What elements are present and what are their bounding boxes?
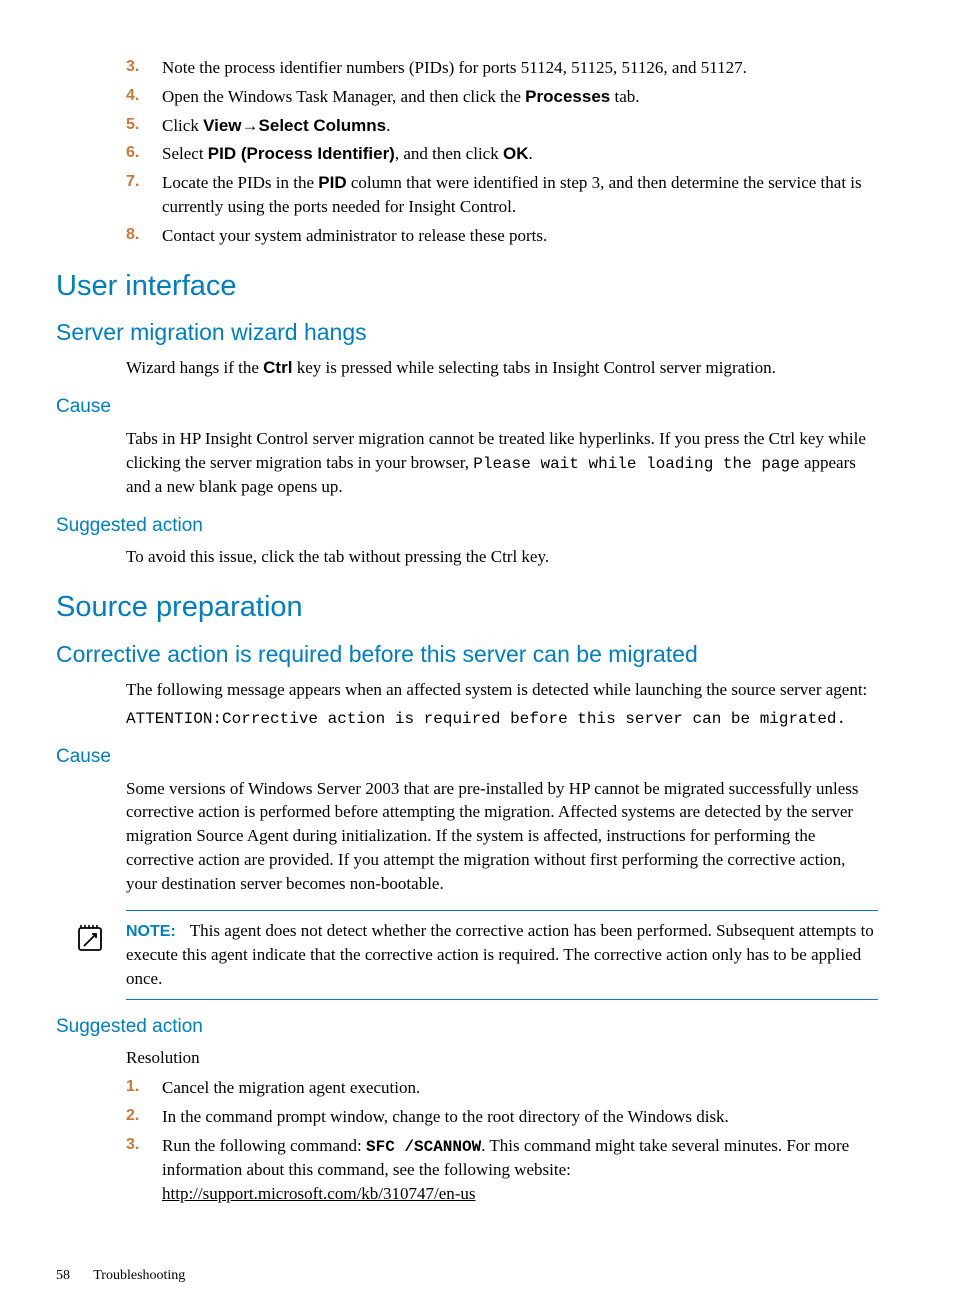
bottom-steps-list: 1. Cancel the migration agent execution.… [126,1076,878,1206]
heading-corrective-action: Corrective action is required before thi… [56,638,898,670]
step-item: 7. Locate the PIDs in the PID column tha… [126,171,878,219]
suggested-text-1: To avoid this issue, click the tab witho… [126,545,878,569]
step-number: 5. [126,114,162,138]
note-label: NOTE: [126,923,176,940]
step-number: 6. [126,142,162,166]
corrective-message: ATTENTION:Corrective action is required … [126,708,878,730]
footer-title: Troubleshooting [93,1268,185,1283]
step-text: Contact your system administrator to rel… [162,224,878,248]
step-number: 7. [126,171,162,219]
heading-wizard-hangs: Server migration wizard hangs [56,316,898,348]
step-number: 3. [126,56,162,80]
step-text: Locate the PIDs in the PID column that w… [162,171,878,219]
step-text: Open the Windows Task Manager, and then … [162,85,878,109]
step-text: Click View→Select Columns. [162,114,878,138]
step-item: 3. Run the following command: SFC /SCANN… [126,1134,878,1206]
step-item: 4. Open the Windows Task Manager, and th… [126,85,878,109]
support-url-link[interactable]: http://support.microsoft.com/kb/310747/e… [162,1184,476,1203]
step-item: 6. Select PID (Process Identifier), and … [126,142,878,166]
step-item: 1. Cancel the migration agent execution. [126,1076,878,1100]
heading-suggested-action-2: Suggested action [56,1014,898,1041]
step-number: 2. [126,1105,162,1129]
step-item: 8. Contact your system administrator to … [126,224,878,248]
heading-cause-2: Cause [56,744,898,771]
resolution-label: Resolution [126,1046,878,1070]
cause-text-2: Some versions of Windows Server 2003 tha… [126,777,878,896]
corrective-intro: The following message appears when an af… [126,678,878,702]
cause-text-1: Tabs in HP Insight Control server migrat… [126,427,878,499]
heading-suggested-action: Suggested action [56,513,898,540]
note-icon [76,919,126,991]
step-number: 3. [126,1134,162,1206]
step-number: 4. [126,85,162,109]
step-item: 2. In the command prompt window, change … [126,1105,878,1129]
step-number: 8. [126,224,162,248]
wizard-intro: Wizard hangs if the Ctrl key is pressed … [126,356,878,380]
step-text: Run the following command: SFC /SCANNOW.… [162,1134,878,1206]
step-text: Select PID (Process Identifier), and the… [162,142,878,166]
top-steps-list: 3. Note the process identifier numbers (… [126,56,878,248]
page-number: 58 [56,1266,70,1286]
step-number: 1. [126,1076,162,1100]
note-content: NOTE:This agent does not detect whether … [126,919,878,991]
heading-cause: Cause [56,394,898,421]
note-box: NOTE:This agent does not detect whether … [126,910,878,1000]
heading-source-preparation: Source preparation [56,587,898,628]
step-text: Cancel the migration agent execution. [162,1076,878,1100]
step-text: In the command prompt window, change to … [162,1105,878,1129]
page-footer: 58 Troubleshooting [56,1266,898,1286]
heading-user-interface: User interface [56,266,898,307]
step-text: Note the process identifier numbers (PID… [162,56,878,80]
step-item: 5. Click View→Select Columns. [126,114,878,138]
step-item: 3. Note the process identifier numbers (… [126,56,878,80]
